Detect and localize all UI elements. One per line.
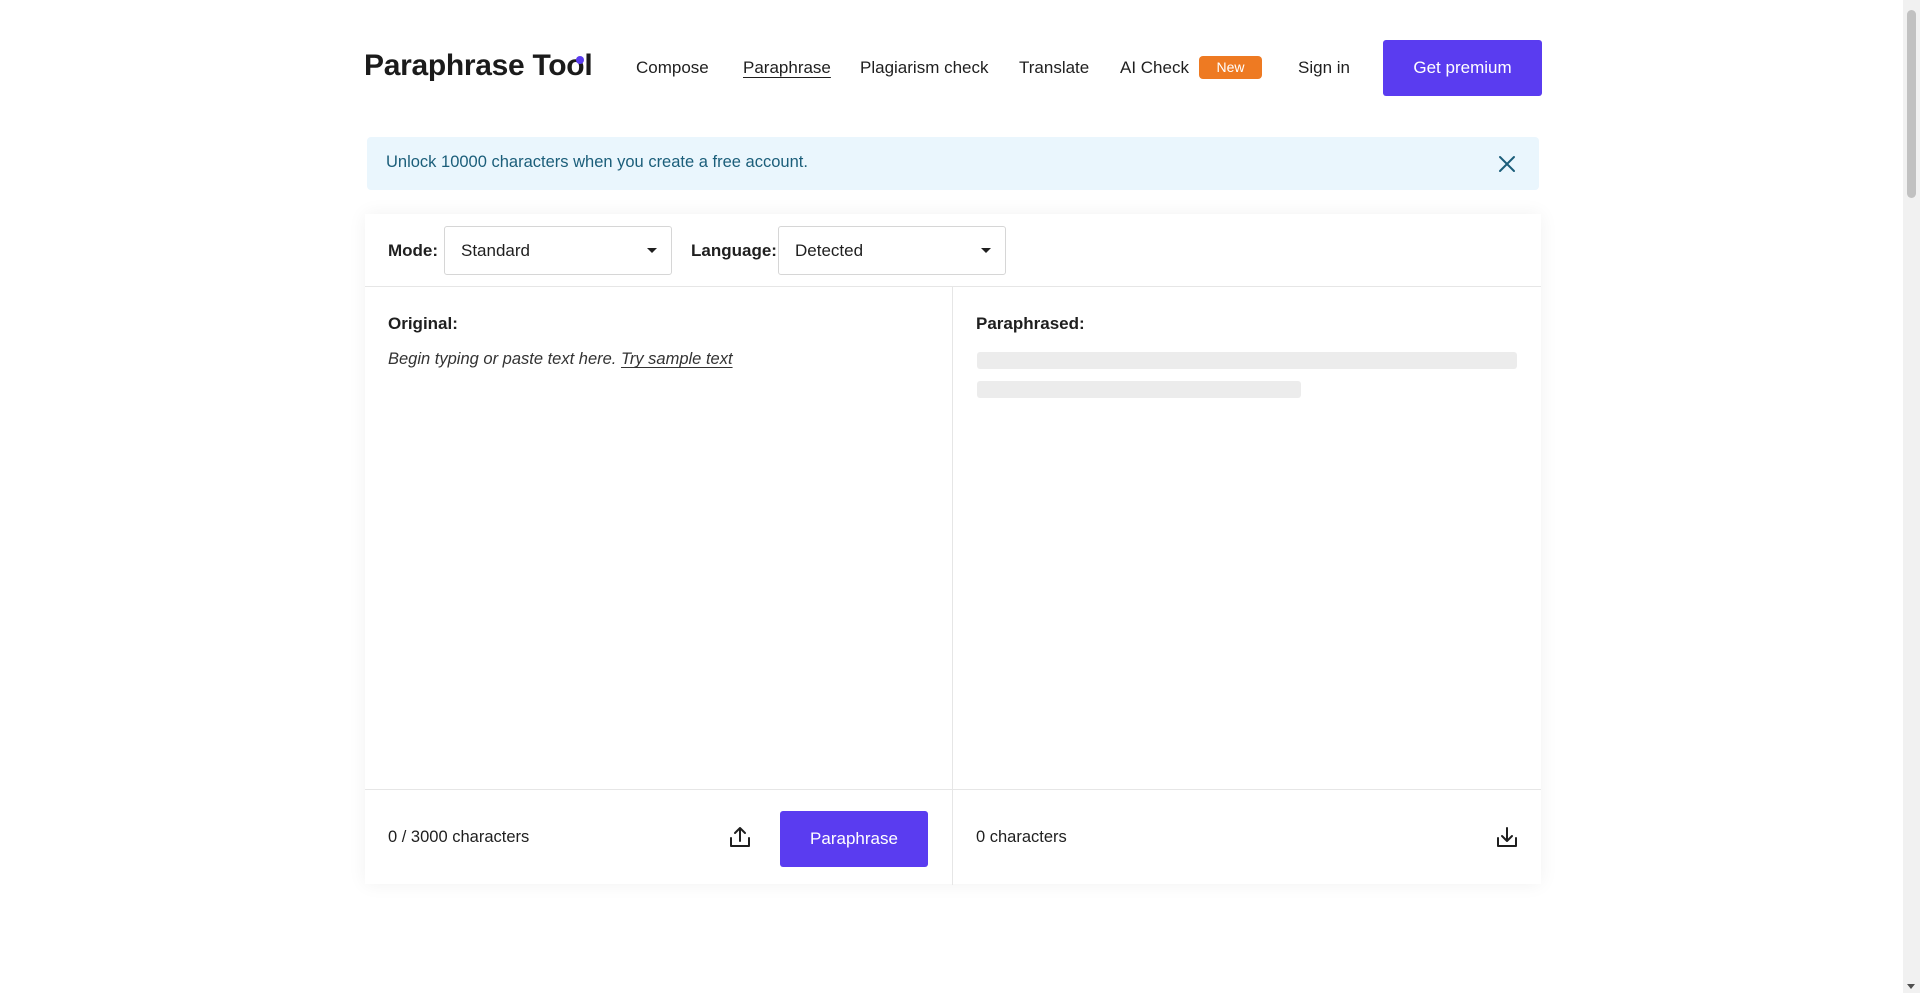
close-icon[interactable] bbox=[1495, 152, 1519, 176]
paraphrase-tool: Mode: Standard Language: Detected Origin… bbox=[365, 214, 1541, 885]
nav-plagiarism-check[interactable]: Plagiarism check bbox=[860, 58, 989, 78]
signup-banner: Unlock 10000 characters when you create … bbox=[367, 137, 1539, 190]
paraphrased-label: Paraphrased: bbox=[976, 314, 1085, 333]
original-text-area[interactable]: Original: Begin typing or paste text her… bbox=[365, 287, 953, 789]
upload-icon[interactable] bbox=[727, 824, 753, 850]
logo[interactable]: Paraphrase Tool bbox=[364, 49, 593, 83]
paraphrased-footer: 0 characters bbox=[953, 789, 1541, 885]
language-label: Language: bbox=[691, 241, 777, 260]
scrollbar-thumb[interactable] bbox=[1907, 10, 1916, 198]
caret-down-icon bbox=[981, 248, 991, 253]
output-character-count: 0 characters bbox=[976, 828, 1067, 846]
logo-dot-icon bbox=[576, 56, 584, 64]
original-label: Original: bbox=[388, 314, 458, 333]
skeleton-line bbox=[977, 381, 1301, 398]
new-badge: New bbox=[1199, 56, 1262, 79]
skeleton-line bbox=[977, 352, 1517, 369]
get-premium-button[interactable]: Get premium bbox=[1383, 40, 1542, 96]
site-header: Paraphrase Tool Compose Paraphrase Plagi… bbox=[364, 40, 1542, 96]
original-footer: 0 / 3000 characters Paraphrase bbox=[365, 789, 953, 885]
character-count: 0 / 3000 characters bbox=[388, 828, 530, 846]
scroll-down-arrow-icon[interactable] bbox=[1907, 984, 1915, 989]
banner-text: Unlock 10000 characters when you create … bbox=[386, 153, 808, 171]
language-select[interactable]: Detected bbox=[778, 226, 1006, 275]
language-value: Detected bbox=[795, 241, 864, 260]
page-scrollbar[interactable] bbox=[1903, 0, 1920, 993]
mode-select[interactable]: Standard bbox=[444, 226, 672, 275]
nav-compose[interactable]: Compose bbox=[636, 58, 709, 78]
download-icon[interactable] bbox=[1494, 824, 1520, 850]
paraphrased-output: Paraphrased: bbox=[953, 287, 1541, 789]
original-placeholder: Begin typing or paste text here. Try sam… bbox=[388, 350, 733, 369]
options-toolbar: Mode: Standard Language: Detected bbox=[365, 214, 1541, 287]
try-sample-text-link[interactable]: Try sample text bbox=[621, 350, 733, 368]
nav-paraphrase[interactable]: Paraphrase bbox=[743, 58, 831, 78]
paraphrase-button[interactable]: Paraphrase bbox=[780, 811, 928, 867]
placeholder-text: Begin typing or paste text here. bbox=[388, 350, 617, 368]
caret-down-icon bbox=[647, 248, 657, 253]
nav-translate[interactable]: Translate bbox=[1019, 58, 1089, 78]
mode-value: Standard bbox=[461, 241, 530, 260]
nav-ai-check[interactable]: AI Check bbox=[1120, 58, 1189, 78]
sign-in-link[interactable]: Sign in bbox=[1298, 58, 1350, 78]
mode-label: Mode: bbox=[388, 241, 439, 260]
